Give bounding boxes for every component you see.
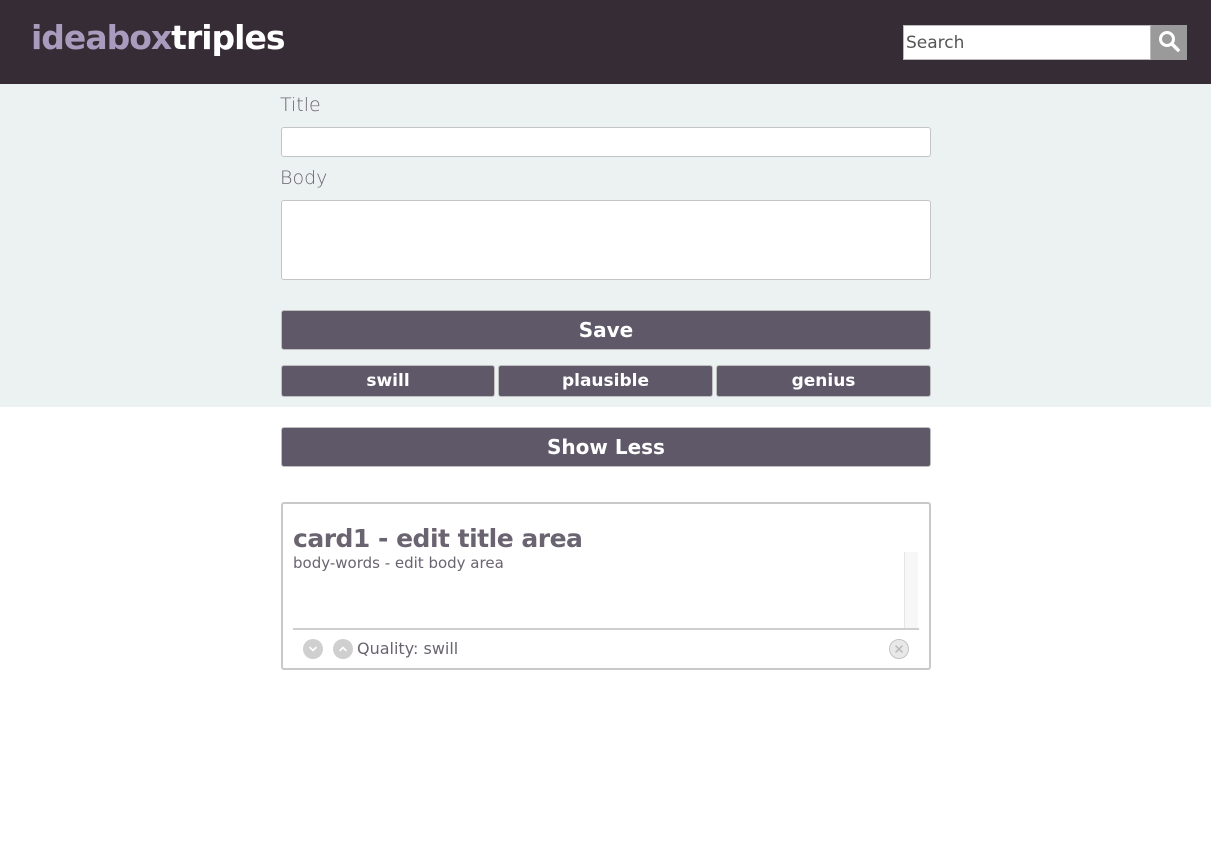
- chevron-up-icon: [337, 640, 349, 659]
- search-bar: [903, 25, 1187, 60]
- body-label: Body: [280, 167, 328, 189]
- close-icon: [893, 640, 905, 659]
- new-idea-form: Title Body Save swill plausible genius: [0, 84, 1211, 407]
- downvote-button[interactable]: [303, 639, 323, 659]
- chevron-down-icon: [307, 640, 319, 659]
- logo-part-ideabox: ideabox: [31, 18, 172, 57]
- card-body[interactable]: body-words - edit body area: [293, 554, 903, 626]
- body-textarea[interactable]: [281, 200, 931, 280]
- quality-plausible-button[interactable]: plausible: [498, 365, 713, 397]
- app-header: ideaboxtriples: [0, 0, 1211, 84]
- quality-genius-button[interactable]: genius: [716, 365, 931, 397]
- search-icon: [1158, 30, 1180, 55]
- card-footer: Quality: swill: [293, 636, 919, 662]
- card-title[interactable]: card1 - edit title area: [293, 524, 583, 553]
- quality-swill-button[interactable]: swill: [281, 365, 495, 397]
- search-input[interactable]: [903, 25, 1151, 60]
- card-divider: [293, 628, 919, 630]
- logo-part-triples: triples: [171, 18, 285, 57]
- delete-card-button[interactable]: [889, 639, 909, 659]
- search-button[interactable]: [1151, 25, 1187, 60]
- logo[interactable]: ideaboxtriples: [31, 18, 286, 57]
- card-quality-text: Quality: swill: [357, 639, 459, 658]
- save-button[interactable]: Save: [281, 310, 931, 350]
- title-input[interactable]: [281, 127, 931, 157]
- idea-card: card1 - edit title area body-words - edi…: [281, 502, 931, 670]
- show-less-button[interactable]: Show Less: [281, 427, 931, 467]
- title-label: Title: [280, 94, 321, 116]
- upvote-button[interactable]: [333, 639, 353, 659]
- card-body-scrollbar[interactable]: [904, 552, 918, 628]
